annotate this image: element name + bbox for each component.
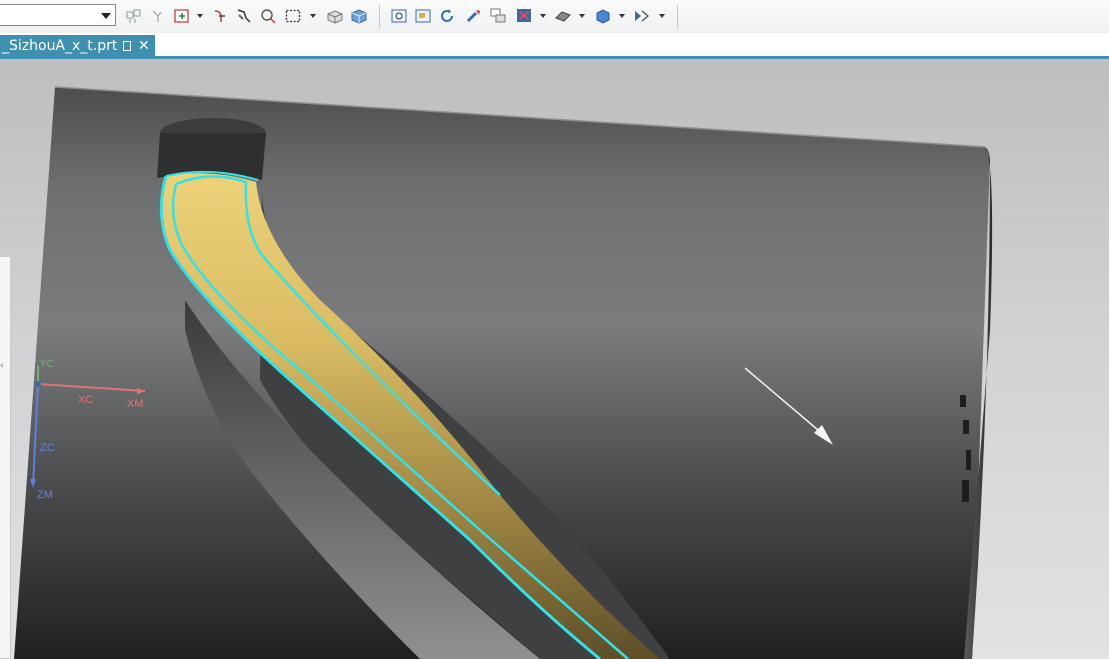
undock-icon[interactable] <box>123 41 131 51</box>
panel-collapse-icon[interactable]: ‹ <box>0 361 4 371</box>
graphics-viewport[interactable]: XC XM YC ZC ZM <box>0 59 1109 659</box>
toolbar-separator <box>677 5 678 29</box>
chevron-down-icon[interactable] <box>659 14 665 18</box>
collapsed-side-panel[interactable] <box>0 256 11 659</box>
zoom-window-icon[interactable] <box>414 7 432 25</box>
rectangle-select-icon[interactable] <box>284 7 302 25</box>
tab-part-file[interactable]: _SizhouA_x_t.prt ✕ <box>0 35 155 57</box>
chevron-down-icon[interactable] <box>310 14 316 18</box>
document-tab-strip: _SizhouA_x_t.prt ✕ <box>0 33 1109 57</box>
triad-x-label: XC <box>78 394 93 406</box>
triad-zm-label: ZM <box>37 489 53 501</box>
section-view-icon[interactable] <box>633 7 651 25</box>
cube-view-icon[interactable] <box>350 7 368 25</box>
toolbar-separator <box>379 5 380 29</box>
orient-view-icon[interactable] <box>594 7 612 25</box>
model-view[interactable]: XC XM YC ZC ZM <box>0 59 1109 659</box>
chevron-down-icon[interactable] <box>540 14 546 18</box>
pan-view-icon[interactable] <box>465 7 483 25</box>
render-style-icon[interactable] <box>515 7 533 25</box>
toolbar <box>0 0 1109 34</box>
chevron-down-icon[interactable] <box>619 14 625 18</box>
selection-filter-dropdown[interactable] <box>0 4 116 26</box>
shaded-box-icon[interactable] <box>326 7 344 25</box>
select-face-icon[interactable] <box>259 7 277 25</box>
chevron-down-icon[interactable] <box>101 13 111 19</box>
layer-icon[interactable] <box>489 7 507 25</box>
triad-z-label: ZC <box>40 442 55 454</box>
close-icon[interactable]: ✕ <box>138 35 150 57</box>
selection-scope-icon[interactable] <box>173 7 191 25</box>
triad-y-label: YC <box>40 359 54 370</box>
snap-point-icon[interactable] <box>125 7 143 25</box>
tab-label: _SizhouA_x_t.prt <box>2 38 118 54</box>
fit-view-icon[interactable] <box>390 7 408 25</box>
rotate-view-icon[interactable] <box>438 7 456 25</box>
wcs-orient-icon[interactable] <box>211 7 229 25</box>
chevron-down-icon[interactable] <box>579 14 585 18</box>
triad-xm-label: XM <box>127 398 144 410</box>
feature-icon[interactable] <box>235 7 253 25</box>
chevron-down-icon[interactable] <box>197 14 203 18</box>
point-filter-icon[interactable] <box>150 7 168 25</box>
edge-display-icon[interactable] <box>554 7 572 25</box>
